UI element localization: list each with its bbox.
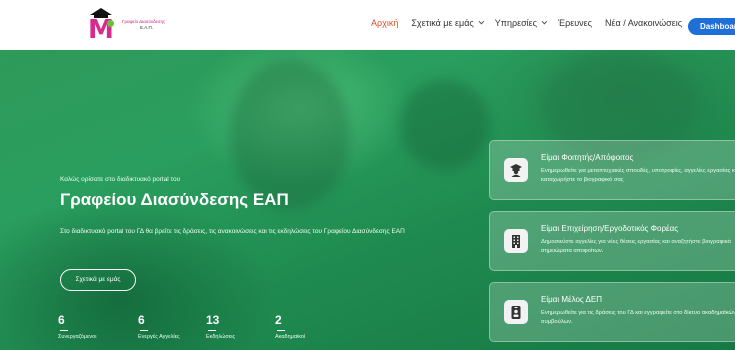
logo-line-2: Ε.Α.Π. xyxy=(140,25,154,30)
stat-active-jobs: 6 Ενεργές Αγγελίες xyxy=(138,313,180,340)
stat-divider xyxy=(208,330,216,331)
card-text: Ενημερωθείτε για τις δράσεις του ΓΔ και … xyxy=(541,310,735,325)
background-photo-shade xyxy=(400,80,490,170)
dashboard-button[interactable]: Dashboard xyxy=(688,18,735,35)
chevron-down-icon xyxy=(478,18,484,25)
nav-item-label: Υπηρεσίες xyxy=(494,18,538,28)
nav-item-services[interactable]: Υπηρεσίες xyxy=(494,18,548,28)
card-title: Είμαι Φοιτητής/Απόφοιτος xyxy=(541,153,634,162)
nav-item-label: Αρχική xyxy=(371,18,399,28)
about-us-button[interactable]: Σχετικά με εμάς xyxy=(60,269,136,291)
id-badge-icon xyxy=(504,300,528,324)
stat-label: Εκδηλώσεις xyxy=(206,334,236,340)
hero-title: Γραφείου Διασύνδεσης ΕΑΠ xyxy=(60,190,289,209)
card-text: Ενημερωθείτε για μεταπτυχιακές σπουδές, … xyxy=(541,168,735,183)
card-business[interactable]: Είμαι Επιχείρηση/Εργοδοτικός Φορέας Δημο… xyxy=(489,211,735,271)
nav-item-label: Έρευνες xyxy=(558,18,592,28)
stat-divider xyxy=(277,330,285,331)
chevron-down-icon xyxy=(541,18,548,25)
logo-mark-icon: M xyxy=(86,8,116,43)
stat-divider xyxy=(140,330,148,331)
stat-label: Ενεργές Αγγελίες xyxy=(138,334,180,340)
stat-value: 6 xyxy=(138,313,145,327)
logo-text: Γραφείο Διασύνδεσης Ε.Α.Π. xyxy=(122,19,165,31)
background-photo-shade xyxy=(230,60,350,210)
card-title: Είμαι Επιχείρηση/Εργοδοτικός Φορέας xyxy=(541,224,679,233)
nav-item-label: Νέα / Ανακοινώσεις xyxy=(604,18,683,28)
stat-academics: 2 Ακαδημαϊκοί xyxy=(275,313,305,340)
site-logo[interactable]: M Γραφείο Διασύνδεσης Ε.Α.Π. xyxy=(86,8,165,43)
stat-divider xyxy=(60,330,68,331)
stat-partners: 6 Συνεργαζόμενοι xyxy=(58,313,96,340)
stat-value: 13 xyxy=(206,313,220,327)
stat-label: Ακαδημαϊκοί xyxy=(275,334,306,340)
stat-value: 6 xyxy=(58,313,65,327)
graduate-icon xyxy=(504,158,528,182)
stat-events: 13 Εκδηλώσεις xyxy=(206,313,235,340)
nav-item-surveys[interactable]: Έρευνες xyxy=(558,18,592,28)
hero-description: Στο διαδικτυακό portal του ΓΔ θα βρείτε … xyxy=(60,228,405,235)
building-icon xyxy=(504,229,528,253)
stat-label: Συνεργαζόμενοι xyxy=(58,334,97,340)
hero-welcome-text: Καλώς ορίσατε στο διαδικτυακό portal του xyxy=(60,176,181,183)
card-text: Δημοσιεύστε αγγελίες για νέες θέσεις εργ… xyxy=(541,239,731,254)
nav-item-home[interactable]: Αρχική xyxy=(371,18,398,28)
card-faculty[interactable]: Είμαι Μέλος ΔΕΠ Ενημερωθείτε για τις δρά… xyxy=(489,282,735,342)
nav-item-news[interactable]: Νέα / Ανακοινώσεις xyxy=(605,18,682,28)
nav-item-about[interactable]: Σχετικά με εμάς xyxy=(411,18,484,28)
nav-item-label: Σχετικά με εμάς xyxy=(411,18,474,28)
main-nav: Αρχική Σχετικά με εμάς Υπηρεσίες Έρευνες… xyxy=(371,18,695,28)
card-student[interactable]: Είμαι Φοιτητής/Απόφοιτος Ενημερωθείτε γι… xyxy=(489,140,735,200)
stat-value: 2 xyxy=(275,313,282,327)
card-title: Είμαι Μέλος ΔΕΠ xyxy=(541,295,602,304)
site-header: M Γραφείο Διασύνδεσης Ε.Α.Π. Αρχική Σχετ… xyxy=(0,0,735,50)
